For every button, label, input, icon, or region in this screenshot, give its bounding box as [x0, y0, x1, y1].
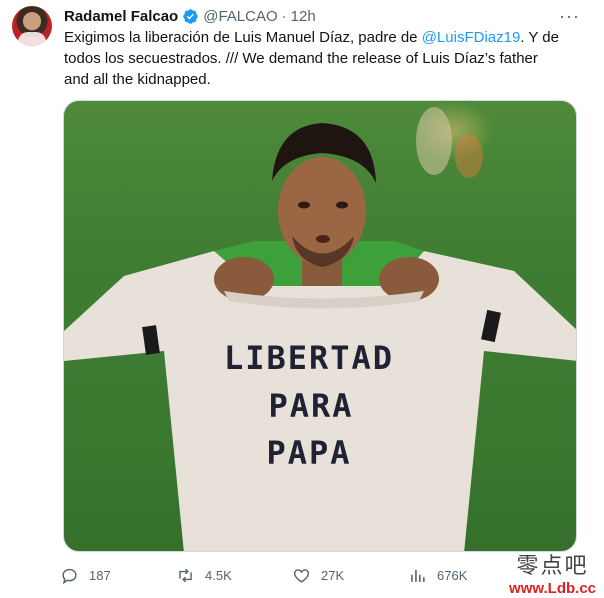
- views-count: 676K: [437, 568, 468, 583]
- player-illustration: [64, 107, 576, 551]
- shirt-text-line-3: PAPA: [266, 434, 352, 472]
- tweet-card[interactable]: Radamel Falcao @FALCAO · 12h ··· Exigimo…: [0, 0, 604, 598]
- shirt-text-line-2: PARA: [268, 387, 354, 425]
- tweet-timestamp[interactable]: 12h: [291, 8, 316, 25]
- tweet-media-image[interactable]: LIBERTAD PARA PAPA: [63, 100, 577, 552]
- watermark-url: www.Ldb.cc: [509, 580, 596, 597]
- tweet-header: Radamel Falcao @FALCAO · 12h: [64, 6, 316, 26]
- author-name[interactable]: Radamel Falcao: [64, 8, 178, 25]
- retweet-icon: [179, 568, 192, 583]
- views-icon: [411, 569, 425, 582]
- views-button[interactable]: 676K: [408, 566, 467, 585]
- avatar[interactable]: [12, 6, 52, 46]
- retweet-button[interactable]: 4.5K: [176, 566, 232, 585]
- tweet-text: Exigimos la liberación de Luis Manuel Dí…: [64, 27, 564, 90]
- reply-button[interactable]: 187: [60, 566, 111, 585]
- shirt-text-line-1: LIBERTAD: [223, 339, 395, 377]
- tweet-actions: 187 4.5K 27K 676K: [60, 566, 480, 590]
- like-button[interactable]: 27K: [292, 566, 344, 585]
- retweet-count: 4.5K: [205, 568, 232, 583]
- reply-count: 187: [89, 568, 111, 583]
- tweet-text-part1: Exigimos la liberación de Luis Manuel Dí…: [64, 29, 422, 46]
- reply-icon: [62, 568, 77, 585]
- verified-badge-icon: [183, 8, 198, 24]
- mention-link[interactable]: @LuisFDiaz19: [422, 29, 521, 46]
- more-options-icon[interactable]: ···: [559, 6, 580, 27]
- separator-dot: ·: [281, 7, 287, 25]
- like-icon: [293, 569, 310, 583]
- watermark-chinese: 零点吧: [516, 554, 589, 579]
- watermark: 零点吧 www.Ldb.cc: [509, 548, 596, 597]
- author-handle[interactable]: @FALCAO: [203, 8, 277, 25]
- like-count: 27K: [321, 568, 345, 583]
